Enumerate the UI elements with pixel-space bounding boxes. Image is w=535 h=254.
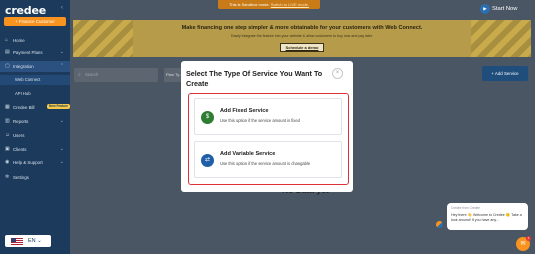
sidebar-item-label: Users <box>13 133 25 138</box>
finance-customer-button[interactable]: + Finance Customer <box>4 17 66 26</box>
variable-service-icon: ⇄ <box>201 154 214 167</box>
chat-sender: Credee from Credee <box>451 206 481 210</box>
new-feature-badge: New Feature <box>47 104 70 109</box>
sidebar-subitem-api-hub[interactable]: API Hub <box>0 89 70 99</box>
chevron-left-icon[interactable]: ‹ <box>61 5 63 11</box>
chat-avatar-icon <box>436 221 443 228</box>
language-selector[interactable]: EN ⌄ <box>5 235 51 247</box>
sandbox-text: This is Sandbox mode. <box>228 2 270 7</box>
banner-title: Make financing one step simpler & more o… <box>181 25 423 31</box>
option-title: Add Fixed Service <box>220 108 269 114</box>
search-icon: ⌕ <box>78 72 81 78</box>
chevron-down-icon: ⌄ <box>59 159 64 165</box>
sidebar-item-settings[interactable]: ✲ Settings <box>0 172 70 183</box>
add-variable-service-option[interactable]: ⇄ Add Variable Service Use this option i… <box>194 141 342 178</box>
sidebar-item-home[interactable]: ⌂ Home <box>0 35 70 46</box>
sidebar-item-clients[interactable]: ▣ Clients ⌄ <box>0 144 70 155</box>
close-icon[interactable]: × <box>332 68 343 79</box>
sidebar-item-label: Credee Bill <box>13 105 35 110</box>
sidebar-item-label: Reports <box>13 119 29 124</box>
schedule-demo-button[interactable]: Schedule a demo <box>280 43 324 52</box>
search-placeholder: Search <box>85 72 99 77</box>
clients-icon: ▣ <box>5 146 10 152</box>
chat-launcher-button[interactable]: ✉ 1 <box>516 236 531 251</box>
sidebar-item-help-support[interactable]: ◉ Help & Support ⌄ <box>0 157 70 168</box>
sidebar-item-credee-bill[interactable]: ▦ Credee Bill New Feature <box>0 102 70 113</box>
us-flag-icon <box>11 238 23 245</box>
sandbox-notice: This is Sandbox mode. Switch to LIVE mod… <box>218 0 320 9</box>
top-bar: This is Sandbox mode. Switch to LIVE mod… <box>70 0 535 17</box>
sidebar-item-label: Help & Support <box>13 160 43 165</box>
reports-icon: ▥ <box>5 118 10 124</box>
sidebar-item-payment-plans[interactable]: ▤ Payment Plans ⌄ <box>0 47 70 58</box>
start-now-button[interactable]: ▶ Start Now <box>480 3 517 15</box>
credee-logo[interactable]: credee <box>5 4 46 17</box>
sidebar-item-label: Integration <box>13 64 34 69</box>
home-icon: ⌂ <box>5 37 9 43</box>
chat-message: Hey there 👋 Welcome to Credee 🙂 Take a l… <box>451 213 522 222</box>
chat-preview[interactable]: Credee from Credee Hey there 👋 Welcome t… <box>447 203 528 230</box>
play-icon: ▶ <box>480 4 490 14</box>
chat-icon: ✉ <box>520 241 526 247</box>
bill-icon: ▦ <box>5 104 10 110</box>
add-service-button[interactable]: + Add Service <box>482 66 528 81</box>
notification-dot: 1 <box>526 236 531 241</box>
option-title: Add Variable Service <box>220 151 276 157</box>
payment-icon: ▤ <box>5 49 10 55</box>
sidebar: credee ‹ + Finance Customer ⌂ Home ▤ Pay… <box>0 0 70 254</box>
start-now-label: Start Now <box>492 6 518 12</box>
banner-subtitle: Easily integrate the feature into your w… <box>231 34 373 38</box>
users-icon: ☺ <box>5 132 11 138</box>
chevron-up-icon: ⌃ <box>59 63 64 69</box>
sidebar-item-label: Home <box>13 38 25 43</box>
chevron-down-icon: ⌄ <box>59 49 64 55</box>
option-description: Use this option if the service amount is… <box>220 161 311 166</box>
service-options: $ Add Fixed Service Use this option if t… <box>188 93 349 185</box>
sidebar-item-label: Settings <box>13 175 29 180</box>
settings-icon: ✲ <box>5 174 10 180</box>
option-description: Use this option if the service amount is… <box>220 118 300 123</box>
modal-title: Select The Type Of Service You Want To C… <box>186 69 323 88</box>
chevron-down-icon: ⌄ <box>59 118 64 124</box>
chevron-down-icon: ⌄ <box>37 238 42 244</box>
sidebar-subitem-web-connect[interactable]: Web Connect <box>0 75 70 85</box>
sidebar-item-users[interactable]: ☺ Users <box>0 130 70 141</box>
integration-icon: ▢ <box>5 63 10 69</box>
language-label: EN <box>28 238 36 244</box>
add-fixed-service-option[interactable]: $ Add Fixed Service Use this option if t… <box>194 98 342 135</box>
help-icon: ◉ <box>5 159 10 165</box>
switch-live-link[interactable]: Switch to LIVE mode. <box>271 2 309 7</box>
sidebar-item-label: Payment Plans <box>13 50 43 55</box>
fixed-service-icon: $ <box>201 111 214 124</box>
sidebar-item-integration[interactable]: ▢ Integration ⌃ <box>0 61 70 72</box>
service-type-modal: Select The Type Of Service You Want To C… <box>181 61 353 192</box>
promo-banner: Make financing one step simpler & more o… <box>73 20 531 57</box>
chevron-down-icon: ⌄ <box>59 146 64 152</box>
sidebar-item-label: Clients <box>13 147 27 152</box>
sidebar-item-reports[interactable]: ▥ Reports ⌄ <box>0 116 70 127</box>
search-input[interactable]: ⌕ Search <box>74 68 158 82</box>
